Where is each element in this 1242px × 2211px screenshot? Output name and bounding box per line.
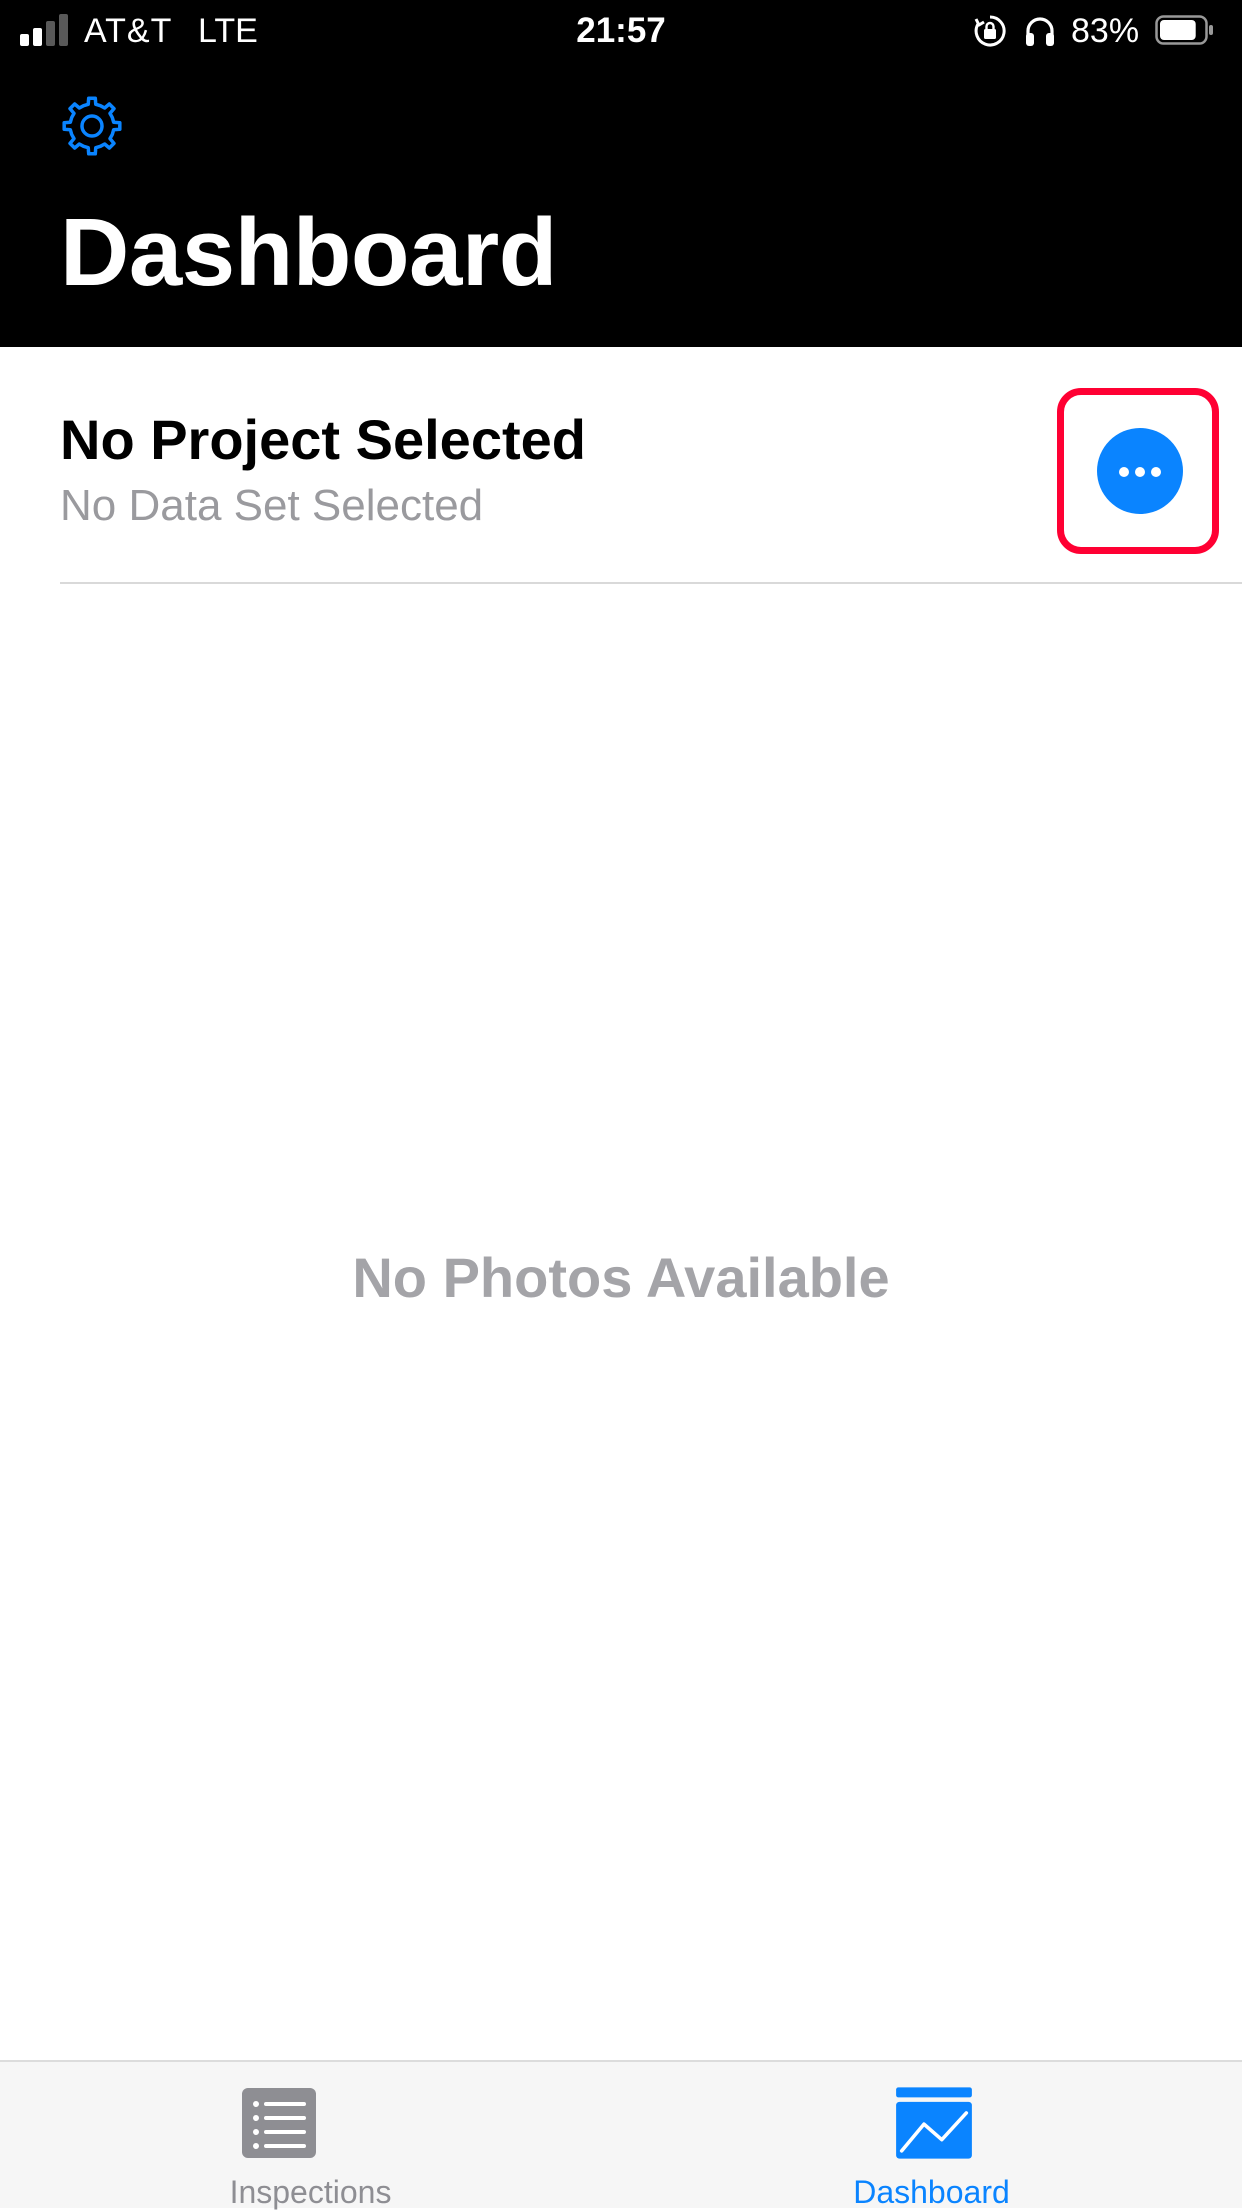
list-icon xyxy=(242,2088,316,2158)
empty-state-message: No Photos Available xyxy=(352,1246,890,1309)
headphones-icon xyxy=(1026,17,1054,46)
project-selector-row[interactable]: No Project Selected No Data Set Selected xyxy=(0,347,1242,583)
ellipsis-icon xyxy=(1119,467,1129,477)
divider xyxy=(60,582,1242,584)
tab-inspections[interactable]: Inspections xyxy=(0,2062,621,2210)
page-title: Dashboard xyxy=(60,199,557,306)
ellipsis-dot xyxy=(1135,467,1145,477)
rotation-lock-icon xyxy=(974,15,1006,47)
project-title: No Project Selected xyxy=(60,408,586,471)
tab-bar: Inspections Dashboard xyxy=(0,2060,1242,2210)
header-bar: AT&T LTE 21:57 83% Dashboard xyxy=(0,0,1242,347)
tab-inspections-label: Inspections xyxy=(229,2174,392,2210)
dataset-subtitle: No Data Set Selected xyxy=(60,481,484,530)
tab-dashboard[interactable]: Dashboard xyxy=(621,2062,1242,2210)
battery-percentage: 83% xyxy=(1071,12,1140,50)
status-bar: AT&T LTE 21:57 83% xyxy=(0,0,1242,64)
more-options-button[interactable] xyxy=(1097,428,1183,514)
chart-icon xyxy=(896,2087,972,2159)
settings-gear-icon[interactable] xyxy=(56,90,128,162)
battery-icon xyxy=(1155,15,1213,45)
ellipsis-dot xyxy=(1151,467,1161,477)
tab-dashboard-label: Dashboard xyxy=(853,2174,1010,2210)
